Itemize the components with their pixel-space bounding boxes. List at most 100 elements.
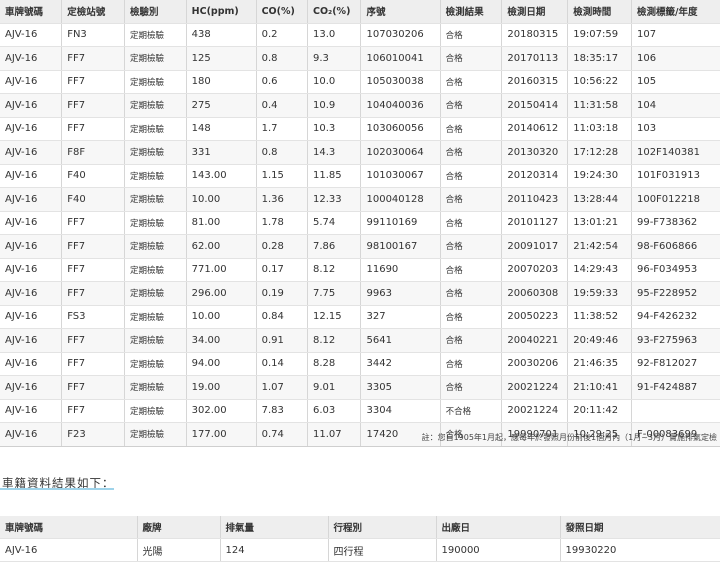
registration-row: AJV-16 光陽 124 四行程 190000 19930220: [0, 538, 720, 562]
inspection-table: 車牌號碼 定檢站號 檢驗別 HC(ppm) CO(%) CO₂(%) 序號 檢測結果 檢測日期檢…: [0, 0, 720, 447]
inspection-type-cell: 定期檢驗: [123, 211, 187, 235]
co2-cell: 11.07: [306, 422, 361, 447]
reg-manufacture-cell: 190000: [435, 538, 560, 562]
registration-header-row: 車牌號碼 廠牌 排氣量 行程別 出廠日 發照日期: [0, 516, 720, 539]
co-cell: 0.84: [255, 305, 308, 329]
serial-cell: 5641: [360, 328, 441, 353]
serial-cell: 100040128: [360, 187, 441, 212]
section-title-underline: [0, 488, 114, 490]
station-cell: FF7: [61, 93, 125, 118]
station-cell: FF7: [61, 211, 125, 235]
inspection-type-cell: 定期檢驗: [123, 23, 187, 47]
time-cell: 17:12:28: [567, 140, 632, 165]
co-cell: 0.8: [255, 140, 308, 165]
plate-cell: AJV-16: [0, 281, 62, 306]
reg-brand-cell: 光陽: [136, 538, 220, 562]
result-cell: 合格: [439, 46, 502, 71]
time-cell: 13:28:44: [567, 187, 632, 212]
reg-stroke-header: 行程別: [327, 516, 436, 539]
time-cell: 19:24:30: [567, 164, 632, 188]
co2-header: CO₂(%): [306, 0, 361, 24]
result-cell: 合格: [439, 164, 502, 188]
time-cell: 20:49:46: [567, 328, 632, 353]
table-row: AJV-16 FF7 定期檢驗 62.00 0.28 7.86 98100167 合格 2009…: [0, 234, 720, 259]
co-cell: 0.91: [255, 328, 308, 353]
plate-cell: AJV-16: [0, 46, 62, 71]
hc-cell: 148: [185, 117, 257, 141]
label-cell: 96-F034953: [630, 258, 720, 282]
hc-cell: 771.00: [185, 258, 257, 282]
station-cell: FF7: [61, 117, 125, 141]
plate-cell: AJV-16: [0, 187, 62, 212]
co2-cell: 8.12: [306, 258, 361, 282]
co-cell: 0.74: [255, 422, 308, 447]
date-cell: 20130320: [501, 140, 568, 165]
inspection-header-row: 車牌號碼 定檢站號 檢驗別 HC(ppm) CO(%) CO₂(%) 序號 檢測結果 檢測日期檢…: [0, 0, 720, 24]
station-cell: FF7: [61, 46, 125, 71]
reg-displacement-header: 排氣量: [219, 516, 328, 539]
label-cell: 106: [630, 46, 720, 71]
station-cell: F40: [61, 187, 125, 212]
label-cell: 99-F738362: [630, 211, 720, 235]
co-cell: 7.83: [255, 399, 308, 423]
table-row: AJV-16 F40 定期檢驗 143.00 1.15 11.85 101030067 合格 2…: [0, 164, 720, 188]
table-row: AJV-16 F8F 定期檢驗 331 0.8 14.3 102030064 合格 201303…: [0, 140, 720, 165]
co-cell: 0.14: [255, 352, 308, 376]
inspection-type-cell: 定期檢驗: [123, 422, 187, 447]
hc-cell: 34.00: [185, 328, 257, 353]
plate-cell: AJV-16: [0, 93, 62, 118]
plate-cell: AJV-16: [0, 117, 62, 141]
serial-cell: 11690: [360, 258, 441, 282]
co2-cell: 7.75: [306, 281, 361, 306]
station-cell: FF7: [61, 375, 125, 400]
result-cell: 合格: [439, 93, 502, 118]
date-cell: 20160315: [501, 70, 568, 94]
time-cell: 11:31:58: [567, 93, 632, 118]
table-row: AJV-16 F40 定期檢驗 10.00 1.36 12.33 100040128 合格 20…: [0, 187, 720, 212]
reg-stroke-cell: 四行程: [327, 538, 436, 562]
plate-header: 車牌號碼: [0, 0, 62, 24]
plate-cell: AJV-16: [0, 211, 62, 235]
co2-cell: 7.86: [306, 234, 361, 259]
co2-cell: 12.33: [306, 187, 361, 212]
serial-cell: 106010041: [360, 46, 441, 71]
hc-cell: 275: [185, 93, 257, 118]
serial-cell: 103060056: [360, 117, 441, 141]
plate-cell: AJV-16: [0, 234, 62, 259]
station-cell: FF7: [61, 234, 125, 259]
time-cell: 21:10:41: [567, 375, 632, 400]
co-cell: 0.8: [255, 46, 308, 71]
table-row: AJV-16 FF7 定期檢驗 180 0.6 10.0 105030038 合格 201603…: [0, 70, 720, 94]
inspection-type-cell: 定期檢驗: [123, 46, 187, 71]
date-cell: 20021224: [501, 375, 568, 400]
result-cell: 合格: [439, 187, 502, 212]
date-cell: 20110423: [501, 187, 568, 212]
co-cell: 1.15: [255, 164, 308, 188]
co-cell: 0.2: [255, 23, 308, 47]
reg-brand-header: 廠牌: [136, 516, 220, 539]
co2-cell: 8.12: [306, 328, 361, 353]
co2-cell: 8.28: [306, 352, 361, 376]
time-cell: 10:56:22: [567, 70, 632, 94]
serial-cell: 107030206: [360, 23, 441, 47]
hc-cell: 10.00: [185, 187, 257, 212]
result-cell: 合格: [439, 352, 502, 376]
co2-cell: 12.15: [306, 305, 361, 329]
inspection-type-cell: 定期檢驗: [123, 281, 187, 306]
result-cell: 合格: [439, 281, 502, 306]
result-cell: 合格: [439, 328, 502, 353]
co2-cell: 11.85: [306, 164, 361, 188]
hc-cell: 143.00: [185, 164, 257, 188]
station-header: 定檢站號: [61, 0, 125, 24]
serial-cell: 102030064: [360, 140, 441, 165]
table-row: AJV-16 FF7 定期檢驗 771.00 0.17 8.12 11690 合格 200702…: [0, 258, 720, 282]
inspection-type-cell: 定期檢驗: [123, 117, 187, 141]
time-cell: 21:42:54: [567, 234, 632, 259]
co-cell: 0.6: [255, 70, 308, 94]
inspection-type-header: 檢驗別: [123, 0, 187, 24]
co-cell: 1.36: [255, 187, 308, 212]
inspection-type-cell: 定期檢驗: [123, 352, 187, 376]
plate-cell: AJV-16: [0, 328, 62, 353]
result-header: 檢測結果: [439, 0, 502, 24]
label-cell: 101F031913: [630, 164, 720, 188]
